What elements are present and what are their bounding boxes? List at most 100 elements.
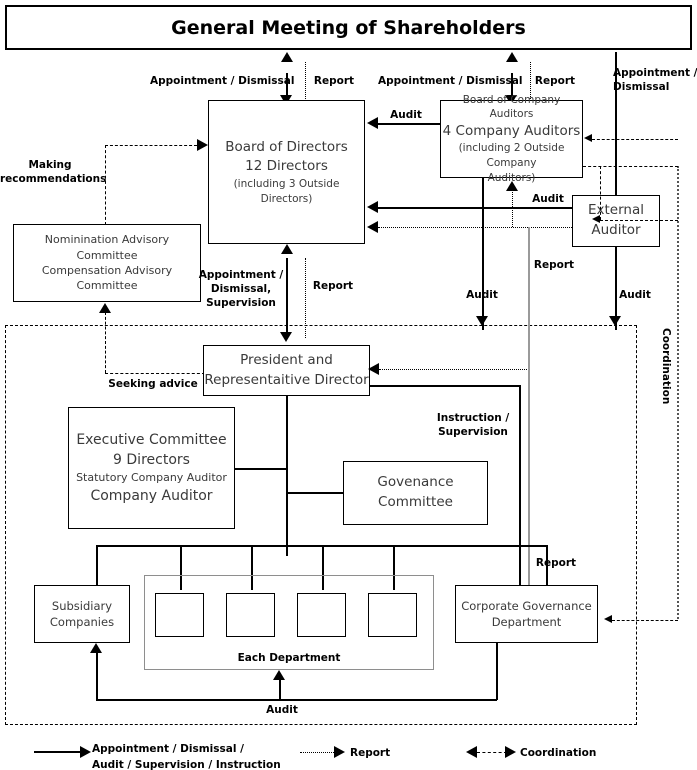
legend-solid-arrow: [80, 746, 91, 758]
arrow-left-ea-report-bod: [367, 221, 378, 233]
line-recommendations-vertical: [105, 145, 106, 225]
bca-line1: Board of Company Auditors: [462, 93, 561, 121]
subsidiary-line2: Companies: [49, 615, 115, 629]
label-audit-ea-to-bca: Audit: [532, 193, 564, 205]
arrow-left-audit-bod: [367, 117, 378, 129]
box-department-4[interactable]: [368, 593, 417, 637]
legend-dashdot-arrow-right: [505, 746, 516, 758]
line-audit-to-subsidiary: [96, 652, 98, 700]
exec-line1: Executive Committee: [76, 431, 227, 448]
box-department-1[interactable]: [155, 593, 204, 637]
label-coordination-vertical: Coordination: [660, 328, 672, 405]
arrow-up-bod-report: [281, 244, 293, 254]
box-board-of-company-auditors[interactable]: Board of Company Auditors 4 Company Audi…: [440, 94, 583, 184]
label-appointment-dismissal-3: Appointment / Dismissal: [613, 67, 697, 94]
arrow-left-cgd-report-president: [368, 363, 379, 375]
line-coordination-ea-drop: [600, 166, 601, 220]
line-coordination-to-bca: [592, 139, 678, 140]
box-board-of-directors[interactable]: Board of Directors 12 Directors (includi…: [208, 100, 365, 244]
box-external-auditor[interactable]: External Auditor: [572, 195, 660, 247]
governance-diagram: General Meeting of Shareholders Appointm…: [0, 0, 697, 770]
line-trunk-to-governance: [286, 492, 343, 494]
box-executive-committee[interactable]: Executive Committee 9 Directors Statutor…: [68, 407, 235, 529]
line-audit-bottom-horizontal: [96, 699, 497, 701]
line-ea-report-bca: [512, 190, 513, 227]
arrow-up-seeking-advice: [99, 303, 111, 313]
line-cgd-audit-down: [496, 643, 498, 700]
legend-dotted-line: [300, 752, 336, 753]
box-department-2[interactable]: [226, 593, 275, 637]
bod-line2: 12 Directors: [245, 158, 328, 175]
arrow-right-recommendations-bod: [197, 139, 208, 151]
label-report-cgd: Report: [535, 557, 577, 569]
line-bus-to-cgd: [546, 545, 548, 585]
label-audit-bod: Audit: [390, 109, 422, 121]
label-audit-left-down: Audit: [466, 289, 498, 301]
line-president-instruction-down: [519, 385, 521, 585]
line-coordination-to-ea: [600, 220, 678, 221]
label-report-1: Report: [313, 75, 355, 87]
line-audit-to-departments: [279, 679, 281, 700]
line-cgd-report-president: [379, 369, 529, 370]
line-president-bod-report: [305, 258, 306, 338]
box-subsidiary-companies[interactable]: Subsidiary Companies: [34, 585, 130, 643]
line-bca-audit-bod: [378, 123, 440, 125]
label-appointment-dismissal-1: Appointment / Dismissal: [150, 75, 295, 87]
exec-line3: Statutory Company Auditor: [76, 471, 227, 485]
label-appointment-dismissal-supervision: Appointment / Dismissal, Supervision: [198, 269, 284, 310]
line-distribution-bus: [96, 545, 546, 547]
bca-line2: 4 Company Auditors: [442, 122, 581, 139]
label-appointment-dismissal-2: Appointment / Dismissal: [378, 75, 523, 87]
label-report-ea: Report: [533, 259, 575, 271]
bod-line1: Board of Directors: [225, 138, 348, 155]
cgd-line2: Department: [491, 615, 562, 629]
president-line1: President and: [240, 351, 333, 368]
arrow-up-audit-subsidiary: [90, 643, 102, 653]
box-advisory-committees[interactable]: Nominination Advisory Committee Compensa…: [13, 224, 201, 302]
advisory-line2: Compensation Advisory Committee: [41, 264, 173, 293]
arrow-up-gms-report-1: [281, 52, 293, 62]
label-audit-bottom: Audit: [266, 704, 298, 716]
box-corporate-governance-department[interactable]: Corporate Governance Department: [455, 585, 598, 643]
line-bod-gms-report: [305, 62, 306, 103]
box-president[interactable]: President and Representaitive Director: [203, 345, 370, 396]
gov-line1: Govenance: [377, 474, 454, 491]
line-trunk-to-executive: [235, 468, 287, 470]
legend-dashdot-line: [477, 752, 507, 753]
box-department-3[interactable]: [297, 593, 346, 637]
exec-line2: 9 Directors: [113, 452, 190, 469]
page-title: General Meeting of Shareholders: [5, 5, 692, 50]
legend-solid-label: Appointment / Dismissal / Audit / Superv…: [92, 743, 281, 770]
line-bod-president-appointment: [286, 258, 288, 338]
line-president-trunk: [286, 396, 288, 556]
line-bus-to-subsidiary: [96, 545, 98, 585]
advisory-line1: Nominination Advisory Committee: [44, 233, 170, 262]
cgd-line1: Corporate Governance: [461, 598, 592, 613]
line-ea-report-bod: [378, 227, 572, 228]
arrow-left-coordination-bca: [584, 134, 592, 142]
legend-dashdot-arrow-left: [466, 746, 477, 758]
box-governance-committee[interactable]: Govenance Committee: [343, 461, 488, 525]
line-bca-audit-down: [482, 178, 484, 330]
subsidiary-line1: Subsidiary: [51, 598, 113, 613]
arrow-left-ea-audit-bod: [367, 201, 378, 213]
arrow-down-president-appointment: [280, 332, 292, 342]
label-each-department: Each Department: [237, 652, 341, 664]
line-recommendations-horizontal: [105, 145, 197, 146]
gov-line2: Committee: [378, 494, 453, 510]
legend-dotted-label: Report: [350, 747, 391, 759]
label-report-president: Report: [312, 280, 354, 292]
line-coordination-top: [583, 166, 678, 167]
arrow-up-ea-report-bca: [506, 181, 518, 191]
legend-dotted-arrow: [334, 746, 345, 758]
line-president-instruction-right: [370, 385, 520, 387]
bod-line3: (including 3 Outside: [233, 177, 340, 190]
line-coordination-vertical: [677, 166, 679, 619]
line-ea-audit-bod: [378, 207, 572, 209]
legend-solid-line: [34, 751, 82, 753]
arrow-up-audit-departments: [273, 670, 285, 680]
exec-line4: Company Auditor: [90, 487, 213, 504]
label-instruction-supervision: Instruction / Supervision: [436, 412, 510, 439]
label-report-2: Report: [534, 75, 576, 87]
president-line2: Representaitive Director: [204, 371, 369, 388]
